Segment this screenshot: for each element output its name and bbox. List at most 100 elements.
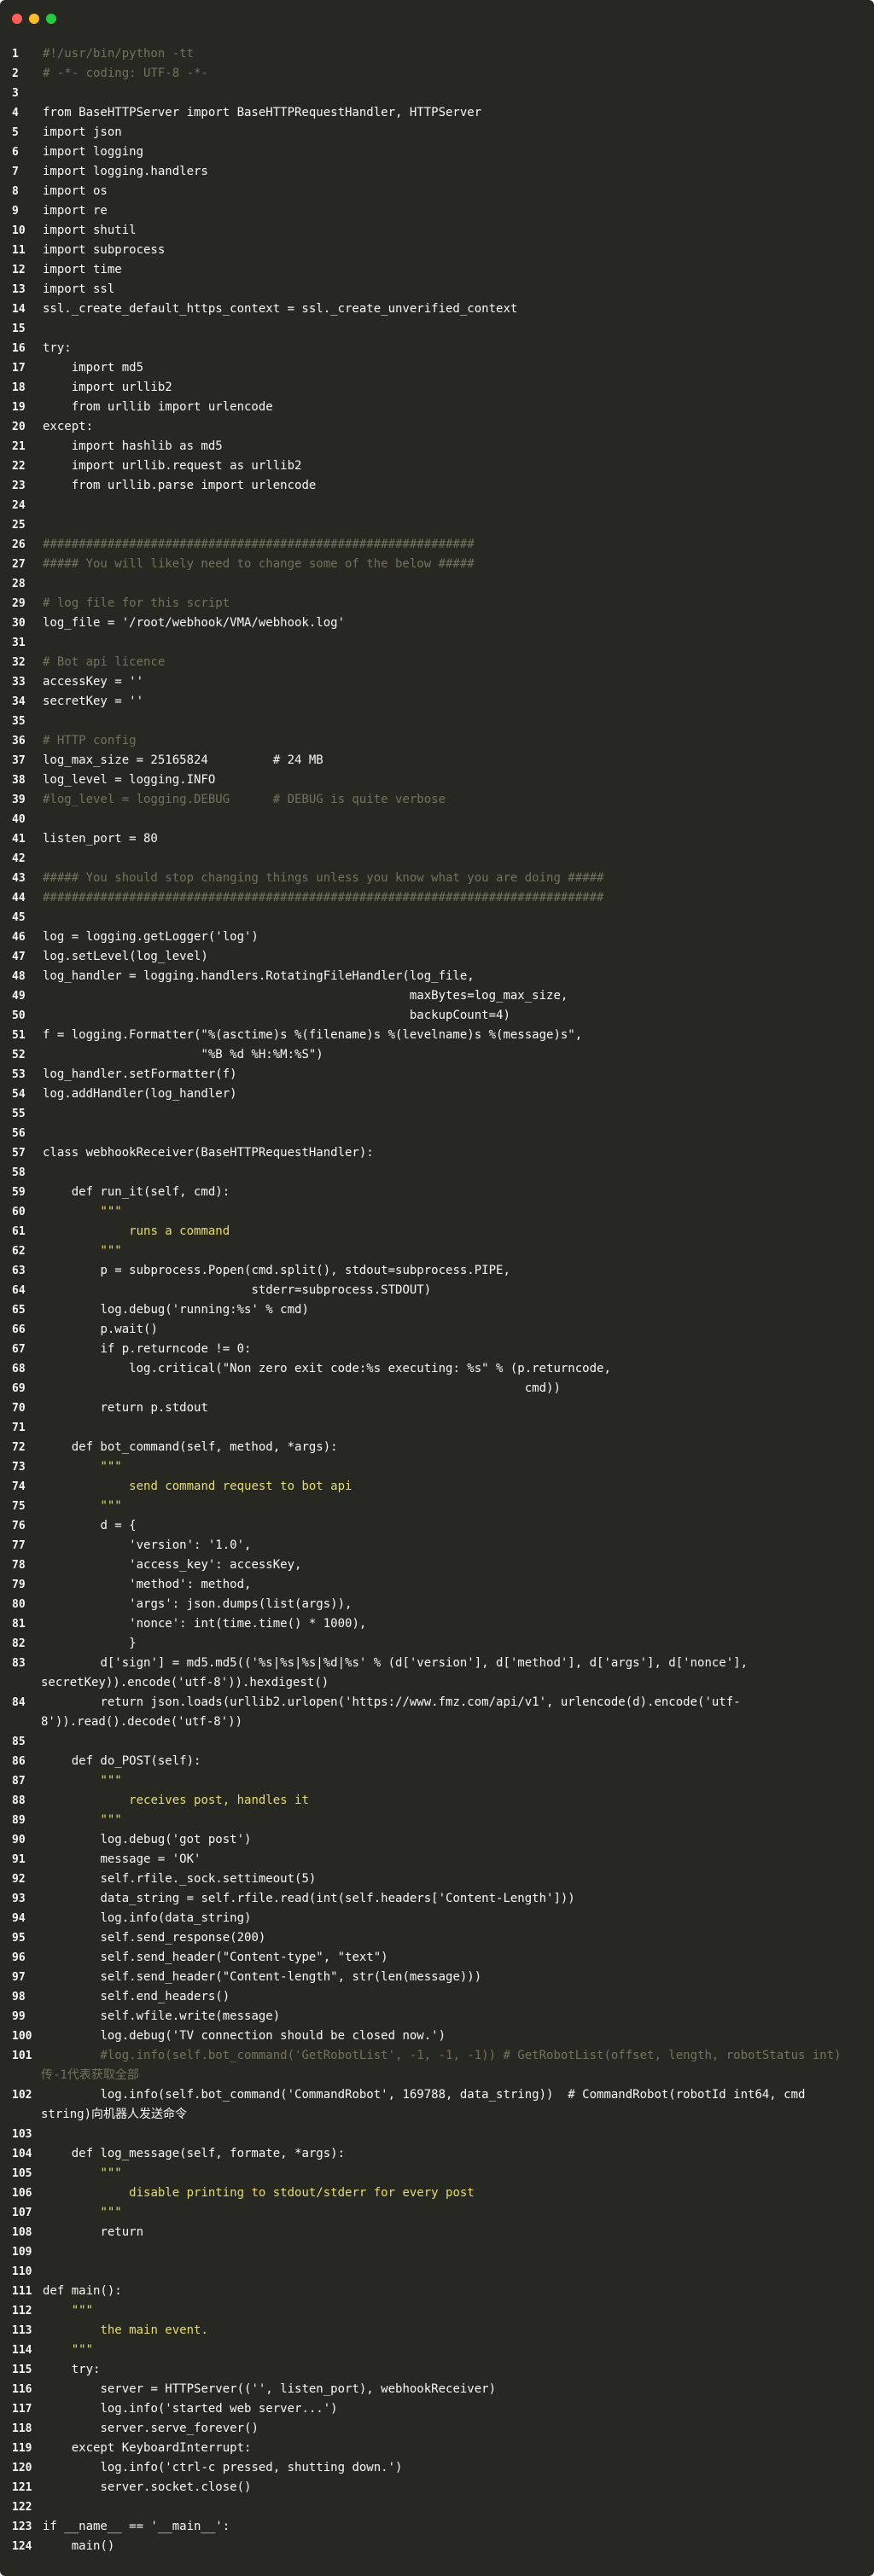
line-number: 68 bbox=[12, 1363, 26, 1375]
code-line: 17 import md5 bbox=[0, 358, 874, 378]
line-number: 24 bbox=[12, 499, 26, 512]
code-text: if p.returncode != 0: bbox=[43, 1342, 252, 1356]
code-text: return p.stdout bbox=[43, 1401, 208, 1415]
line-number: 10 bbox=[12, 224, 26, 237]
code-line: 76 d = { bbox=[0, 1516, 874, 1536]
code-line: 10 import shutil bbox=[0, 221, 874, 241]
line-number: 66 bbox=[12, 1323, 26, 1336]
maximize-window-icon[interactable] bbox=[46, 14, 56, 24]
line-number: 91 bbox=[12, 1853, 26, 1866]
code-line: 124 main() bbox=[0, 2537, 874, 2556]
code-line: 36 # HTTP config bbox=[0, 731, 874, 751]
code-line: 98 self.end_headers() bbox=[0, 1987, 874, 2007]
code-text: #log.info(self.bot_command('GetRobotList… bbox=[43, 2049, 842, 2062]
code-line: 15 bbox=[0, 319, 874, 339]
line-number: 97 bbox=[12, 1971, 26, 1984]
line-number: 33 bbox=[12, 676, 26, 689]
line-number: 104 bbox=[12, 2148, 32, 2160]
code-line: 113 the main event. bbox=[0, 2321, 874, 2340]
line-number: 35 bbox=[12, 715, 26, 728]
line-number: 79 bbox=[12, 1579, 26, 1591]
code-line: 72 def bot_command(self, method, *args): bbox=[0, 1438, 874, 1457]
line-number: 43 bbox=[12, 872, 26, 885]
line-number: 120 bbox=[12, 2462, 32, 2474]
line-number: 85 bbox=[12, 1736, 26, 1748]
code-line: 24 bbox=[0, 496, 874, 515]
code-text: import urllib2 bbox=[43, 381, 172, 394]
code-line: 108 return bbox=[0, 2223, 874, 2242]
line-number: 54 bbox=[12, 1088, 26, 1101]
code-text: ##### You should stop changing things un… bbox=[43, 871, 604, 885]
code-line: 3 bbox=[0, 84, 874, 103]
line-number: 100 bbox=[12, 2030, 32, 2043]
code-text: log_file = '/root/webhook/VMA/webhook.lo… bbox=[43, 616, 346, 630]
code-text: from urllib.parse import urlencode bbox=[43, 479, 317, 492]
code-text: try: bbox=[43, 341, 72, 355]
code-line: 26 ######################################… bbox=[0, 535, 874, 555]
line-number: 22 bbox=[12, 460, 26, 473]
code-line: 107 """ bbox=[0, 2203, 874, 2223]
line-number: 87 bbox=[12, 1775, 26, 1788]
code-line: 29 # log file for this script bbox=[0, 594, 874, 613]
line-number: 31 bbox=[12, 637, 26, 649]
minimize-window-icon[interactable] bbox=[29, 14, 39, 24]
code-text: self.wfile.write(message) bbox=[43, 2009, 281, 2023]
code-line: 71 bbox=[0, 1418, 874, 1438]
code-text: ##### You will likely need to change som… bbox=[43, 557, 475, 571]
code-line: 75 """ bbox=[0, 1497, 874, 1516]
line-number: 82 bbox=[12, 1637, 26, 1650]
code-text: maxBytes=log_max_size, bbox=[43, 989, 568, 1003]
code-line: 46 log = logging.getLogger('log') bbox=[0, 927, 874, 947]
close-window-icon[interactable] bbox=[12, 14, 22, 24]
code-line: 20 except: bbox=[0, 417, 874, 437]
code-text: backupCount=4) bbox=[43, 1009, 510, 1022]
line-number: 55 bbox=[12, 1108, 26, 1120]
code-line: 109 bbox=[0, 2242, 874, 2262]
line-number: 73 bbox=[12, 1461, 26, 1474]
line-number: 106 bbox=[12, 2187, 32, 2200]
code-line: 89 """ bbox=[0, 1811, 874, 1830]
code-line: 77 'version': '1.0', bbox=[0, 1536, 874, 1555]
code-line: 106 disable printing to stdout/stderr fo… bbox=[0, 2183, 874, 2203]
code-text: import os bbox=[43, 184, 108, 198]
code-line: 99 self.wfile.write(message) bbox=[0, 2007, 874, 2026]
line-number: 107 bbox=[12, 2207, 32, 2219]
code-text: log_level = logging.INFO bbox=[43, 773, 216, 787]
window-titlebar bbox=[0, 0, 874, 38]
code-text: return bbox=[43, 2225, 144, 2239]
line-number: 62 bbox=[12, 1245, 26, 1258]
code-line: 92 self.rfile._sock.settimeout(5) bbox=[0, 1869, 874, 1889]
code-text: log = logging.getLogger('log') bbox=[43, 930, 259, 944]
code-line: 47 log.setLevel(log_level) bbox=[0, 947, 874, 967]
code-text-wrapped: secretKey)).encode('utf-8')).hexdigest() bbox=[41, 1676, 329, 1689]
line-number: 6 bbox=[12, 146, 19, 159]
code-line: 9 import re bbox=[0, 201, 874, 221]
code-line: 11 import subprocess bbox=[0, 241, 874, 260]
code-line: 120 log.info('ctrl-c pressed, shutting d… bbox=[0, 2458, 874, 2478]
code-text: secretKey = '' bbox=[43, 695, 144, 708]
code-line: 21 import hashlib as md5 bbox=[0, 437, 874, 456]
code-line: 54 log.addHandler(log_handler) bbox=[0, 1084, 874, 1104]
code-line: 64 stderr=subprocess.STDOUT) bbox=[0, 1281, 874, 1300]
line-number: 121 bbox=[12, 2481, 32, 2494]
code-line: 85 bbox=[0, 1732, 874, 1752]
code-text: # log file for this script bbox=[43, 596, 230, 610]
code-text: log.info('started web server...') bbox=[43, 2402, 338, 2416]
code-line: 96 self.send_header("Content-type", "tex… bbox=[0, 1948, 874, 1968]
line-number: 114 bbox=[12, 2344, 32, 2357]
code-text: p = subprocess.Popen(cmd.split(), stdout… bbox=[43, 1264, 510, 1277]
code-text: log.critical("Non zero exit code:%s exec… bbox=[43, 1362, 611, 1375]
line-number: 83 bbox=[12, 1657, 26, 1670]
line-number: 4 bbox=[12, 107, 19, 119]
code-text: d = { bbox=[43, 1519, 137, 1532]
code-line: 81 'nonce': int(time.time() * 1000), bbox=[0, 1614, 874, 1634]
line-number: 116 bbox=[12, 2383, 32, 2396]
code-line: 102 log.info(self.bot_command('CommandRo… bbox=[0, 2085, 874, 2125]
code-text: accessKey = '' bbox=[43, 675, 144, 689]
code-text: the main event. bbox=[43, 2323, 208, 2337]
code-text: log_handler.setFormatter(f) bbox=[43, 1067, 237, 1081]
code-line: 18 import urllib2 bbox=[0, 378, 874, 398]
code-line: 5 import json bbox=[0, 123, 874, 142]
code-line: 80 'args': json.dumps(list(args)), bbox=[0, 1595, 874, 1614]
line-number: 16 bbox=[12, 342, 26, 355]
